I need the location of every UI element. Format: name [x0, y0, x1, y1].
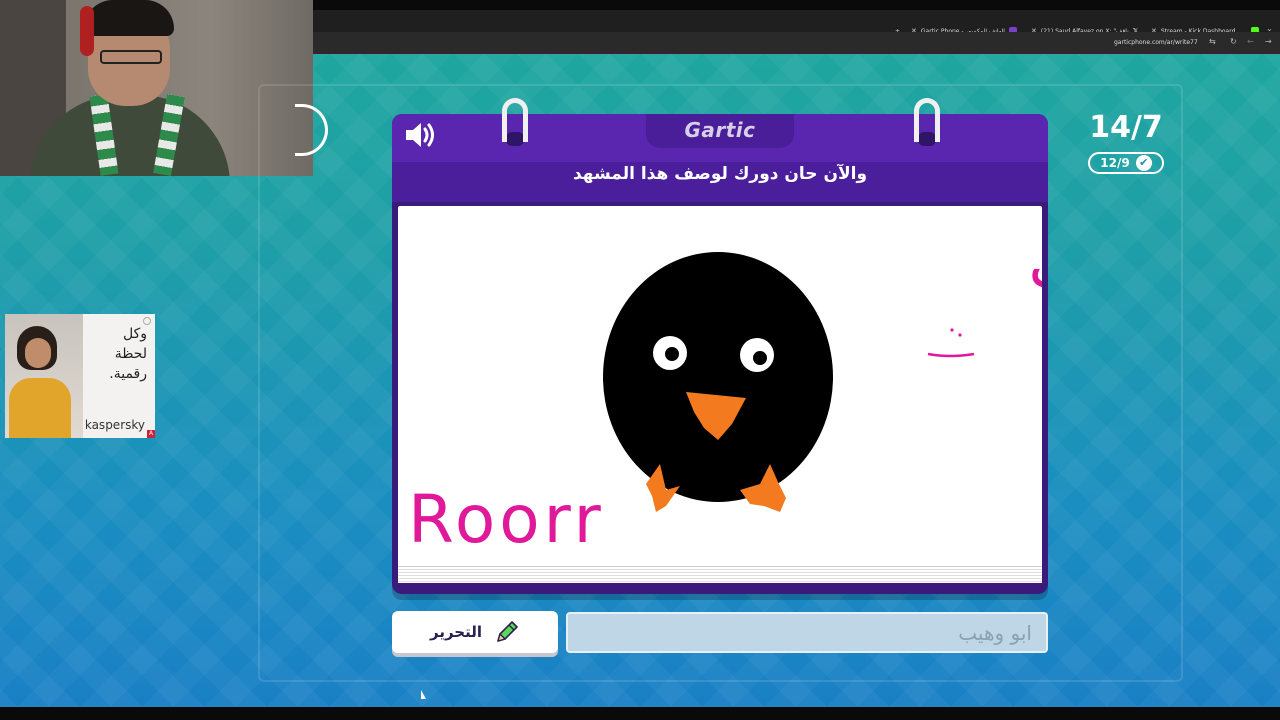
ad-photo	[5, 314, 83, 438]
penguin-body	[603, 252, 833, 502]
check-icon: ✔	[1135, 155, 1152, 171]
back-arrow-icon[interactable]: ←	[1247, 37, 1254, 46]
prompt-title: والآن حان دورك لوصف هذا المشهد	[572, 164, 868, 184]
drawing-canvas: Roorr حول	[408, 220, 1042, 558]
drawing-smile-mark	[927, 352, 975, 358]
ad-text: وكل لحظة رقمية.	[109, 326, 147, 382]
pencil-icon	[497, 621, 518, 642]
ad-choices-icon[interactable]: A	[147, 430, 155, 438]
forward-arrow-icon[interactable]: →	[1265, 37, 1272, 46]
ad-brand: kaspersky	[84, 418, 145, 432]
edit-button-label: التحرير	[429, 623, 482, 641]
mouse-cursor	[421, 690, 426, 699]
headset	[80, 6, 94, 56]
done-players-pill: 12/9 ✔	[1088, 152, 1164, 174]
drawing-text-latin: Roorr	[408, 481, 605, 558]
speaker-icon[interactable]	[404, 120, 438, 150]
done-count: 12/9	[1100, 156, 1130, 170]
drawing-text-arabic: حول	[1028, 220, 1042, 293]
edit-button[interactable]: التحرير	[392, 611, 558, 653]
answer-input[interactable]	[566, 612, 1048, 653]
url-text[interactable]: garticphone.com/ar/write77	[1114, 39, 1198, 46]
ad-info-icon[interactable]	[143, 317, 151, 325]
kaspersky-ad[interactable]: وكل لحظة رقمية. kaspersky A	[5, 314, 155, 438]
binder-ring	[502, 98, 528, 142]
reload-icon[interactable]: ↻	[1230, 37, 1237, 46]
gartic-logo: Gartic	[684, 118, 756, 142]
binder-ring	[914, 98, 940, 142]
site-settings-icon[interactable]: ⇆	[1209, 37, 1216, 46]
game-board: Gartic والآن حان دورك لوصف هذا المشهد Ro…	[392, 98, 1048, 594]
round-counter: 14/7	[1089, 110, 1163, 145]
browser-tab-bar: + ✕ Gartic Phone - الهاتف المكسور ✕ (21)…	[313, 0, 1280, 35]
